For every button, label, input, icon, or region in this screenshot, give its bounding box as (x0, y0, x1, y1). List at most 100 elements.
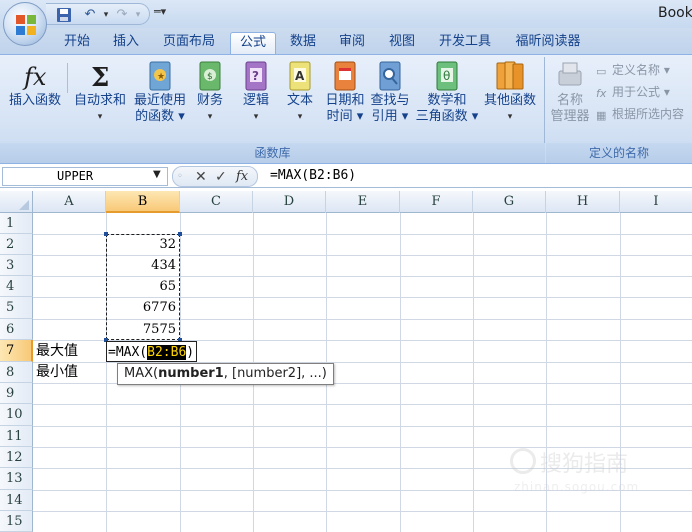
row-header-15[interactable]: 15 (0, 511, 33, 532)
formula-bar: UPPER ▼ ◦ ✕ ✓ fx =MAX(B2:B6) (0, 165, 692, 188)
edit-prefix: =MAX( (108, 345, 148, 360)
row-header-10[interactable]: 10 (0, 404, 33, 426)
office-button[interactable] (3, 2, 47, 46)
tab-formulas[interactable]: 公式 (230, 32, 276, 54)
name-manager-button[interactable]: 名称 管理器 (548, 59, 592, 139)
marquee-handle[interactable] (104, 232, 108, 236)
edit-suffix: ) (186, 345, 195, 360)
date-time-button[interactable]: 日期和 时间 ▾ (322, 59, 368, 139)
insert-function-fx-icon[interactable]: fx (236, 169, 248, 185)
group-label-defined-names: 定义的名称 (546, 143, 692, 163)
tab-foxit-reader[interactable]: 福昕阅读器 (508, 32, 588, 54)
row-header-2[interactable]: 2 (0, 234, 33, 255)
row-header-9[interactable]: 9 (0, 383, 33, 404)
logical-button[interactable]: ? 逻辑 ▾ (236, 59, 276, 139)
office-logo-icon (16, 15, 36, 35)
tab-data[interactable]: 数据 (282, 32, 324, 54)
lookup-reference-button[interactable]: 查找与 引用 ▾ (368, 59, 412, 139)
cell-a8[interactable]: 最小值 (36, 362, 78, 383)
row-header-6[interactable]: 6 (0, 319, 33, 340)
row-header-5[interactable]: 5 (0, 297, 33, 319)
column-header-f[interactable]: F (400, 191, 473, 213)
name-box[interactable]: UPPER (2, 167, 168, 186)
marquee-handle[interactable] (178, 232, 182, 236)
row-header-12[interactable]: 12 (0, 447, 33, 468)
redo-dropdown-icon[interactable]: ▾ (130, 7, 146, 23)
gridline (473, 213, 474, 532)
save-icon[interactable] (56, 7, 72, 23)
formula-input[interactable]: =MAX(B2:B6) (264, 167, 692, 186)
undo-dropdown-icon[interactable]: ▾ (98, 7, 114, 23)
redo-icon[interactable]: ↷ (114, 7, 130, 23)
create-from-selection-icon: ▦ (596, 109, 607, 122)
column-header-g[interactable]: G (473, 191, 546, 213)
date-time-book-icon (334, 61, 356, 91)
title-bar: ↶ ▾ ↷ ▾ ═▾ Book (0, 0, 692, 28)
quick-access-toolbar: ↶ ▾ ↷ ▾ (46, 3, 150, 25)
row-header-11[interactable]: 11 (0, 426, 33, 447)
reference-marquee (104, 232, 182, 342)
insert-function-icon: fx (22, 63, 47, 91)
row-header-3[interactable]: 3 (0, 255, 33, 276)
edit-range-reference: B2:B6 (147, 345, 187, 360)
define-name-icon: ▭ (596, 65, 607, 78)
more-functions-button[interactable]: 其他函数 ▾ (480, 59, 540, 139)
ribbon-divider (67, 63, 68, 93)
row-header-1[interactable]: 1 (0, 213, 33, 234)
column-header-d[interactable]: D (253, 191, 326, 213)
tab-review[interactable]: 审阅 (332, 32, 372, 54)
cancel-entry-icon[interactable]: ✕ (195, 169, 207, 185)
row-header-4[interactable]: 4 (0, 276, 33, 297)
select-all-corner[interactable] (0, 191, 33, 213)
logical-book-icon: ? (245, 61, 267, 91)
select-all-triangle-icon (19, 200, 29, 210)
column-header-e[interactable]: E (326, 191, 400, 213)
tab-insert[interactable]: 插入 (106, 32, 146, 54)
row-header-14[interactable]: 14 (0, 490, 33, 511)
group-label-function-library: 函数库 (0, 143, 545, 163)
svg-text:★: ★ (157, 72, 165, 82)
undo-icon[interactable]: ↶ (82, 7, 98, 23)
enter-check-icon[interactable]: ✓ (215, 169, 227, 185)
tab-page-layout[interactable]: 页面布局 (156, 32, 222, 54)
cell-b7-editor[interactable]: =MAX(B2:B6) (106, 341, 198, 362)
svg-text:θ: θ (443, 69, 450, 83)
customize-qat-icon[interactable]: ═▾ (154, 5, 166, 18)
tab-developer[interactable]: 开发工具 (432, 32, 498, 54)
cell-a7[interactable]: 最大值 (36, 341, 78, 362)
financial-button[interactable]: $ 财务 ▾ (192, 59, 228, 139)
svg-text:fx: fx (22, 63, 47, 91)
insert-function-button[interactable]: fx 插入函数 (4, 59, 66, 139)
text-book-icon: A (289, 61, 311, 91)
more-functions-book-icon (496, 61, 524, 90)
autosum-button[interactable]: Σ 自动求和 ▾ (70, 59, 130, 139)
column-header-a[interactable]: A (33, 191, 106, 213)
gridline (33, 511, 692, 512)
formula-buttons: ◦ ✕ ✓ fx (172, 166, 258, 187)
row-header-7[interactable]: 7 (0, 340, 33, 362)
math-trig-button[interactable]: θ 数学和 三角函数 ▾ (414, 59, 480, 139)
spreadsheet-grid[interactable]: A B C D E F G H I 1 2 3 4 5 6 7 8 9 10 1… (0, 191, 692, 532)
lookup-book-icon (379, 61, 401, 91)
text-functions-button[interactable]: A 文本 ▾ (282, 59, 318, 139)
column-header-i[interactable]: I (620, 191, 692, 213)
collapse-dot-icon: ◦ (177, 171, 183, 182)
tab-home[interactable]: 开始 (58, 32, 96, 54)
ribbon: fx 插入函数 Σ 自动求和 ▾ ★ 最近使用 的函数 ▾ $ 财务 ▾ ? 逻… (0, 54, 692, 164)
recent-functions-button[interactable]: ★ 最近使用 的函数 ▾ (130, 59, 190, 139)
name-box-dropdown-icon[interactable]: ▼ (153, 169, 161, 180)
function-signature-tooltip[interactable]: MAX(number1, [number2], ...) (117, 363, 334, 385)
column-header-h[interactable]: H (546, 191, 620, 213)
create-from-selection-button[interactable]: ▦ 根据所选内容 (596, 105, 684, 123)
column-header-c[interactable]: C (180, 191, 253, 213)
svg-text:?: ? (252, 69, 259, 83)
use-in-formula-button[interactable]: fx 用于公式 ▾ (596, 83, 670, 101)
tab-view[interactable]: 视图 (382, 32, 422, 54)
use-in-formula-icon: fx (596, 87, 607, 100)
define-name-button[interactable]: ▭ 定义名称 ▾ (596, 61, 670, 79)
sogou-watermark: 搜狗指南 zhinan.sogou.com (510, 446, 680, 506)
row-header-13[interactable]: 13 (0, 468, 33, 490)
svg-text:A: A (295, 69, 305, 83)
column-header-b[interactable]: B (106, 191, 180, 213)
row-header-8[interactable]: 8 (0, 362, 33, 383)
